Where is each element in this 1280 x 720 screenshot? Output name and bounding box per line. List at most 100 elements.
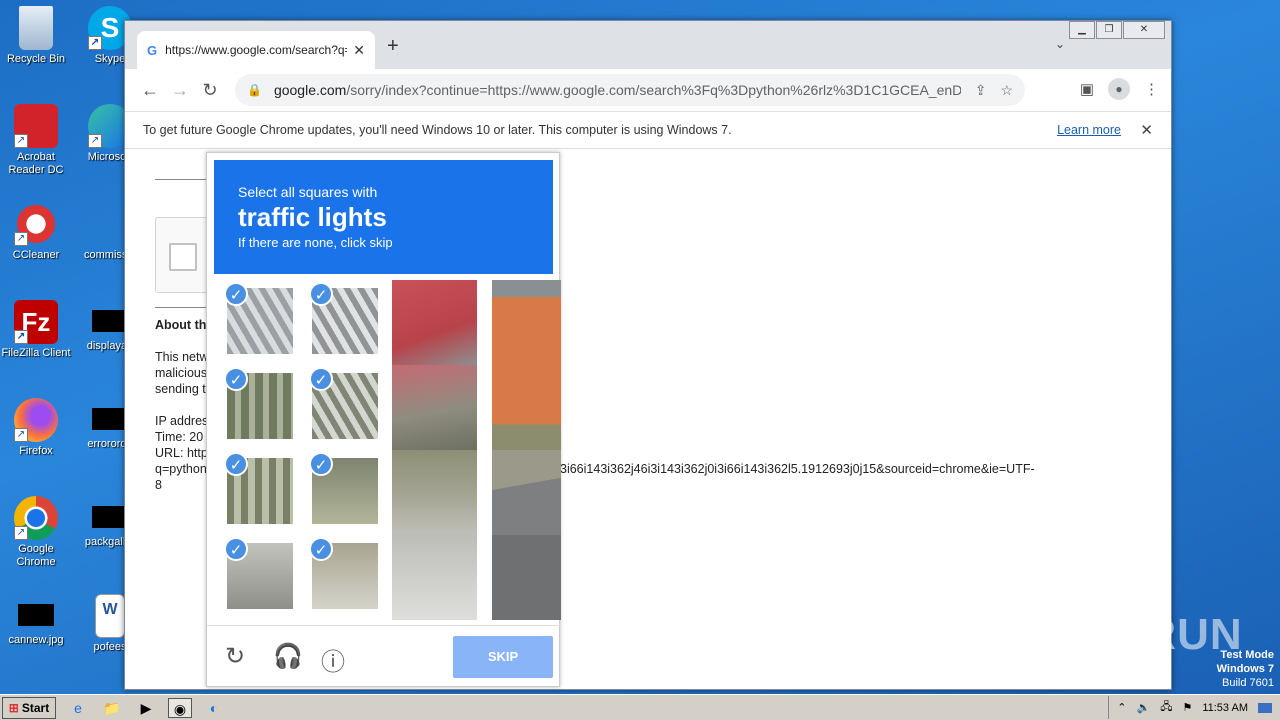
desktop-icon-acrobat[interactable]: ↗ Acrobat Reader DC (0, 104, 74, 177)
desktop-icon-firefox[interactable]: ↗ Firefox (0, 398, 74, 458)
desktop-icon-google-chrome[interactable]: ↗ Google Chrome (0, 496, 74, 569)
body-line: sending t (155, 382, 206, 396)
grid-tile[interactable] (392, 365, 477, 450)
taskbar: ⊞ Start e 📁 ▶ ◉ ◐ ⌃ 🔈 🖧 ⚑ 11:53 AM (0, 694, 1280, 720)
grid-tile[interactable] (392, 450, 477, 535)
tile-image (492, 450, 561, 535)
profile-avatar-icon[interactable]: ● (1108, 78, 1130, 100)
clock[interactable]: 11:53 AM (1202, 702, 1248, 714)
url-line: URL: http (155, 446, 208, 460)
desktop-icon-ccleaner[interactable]: ↗ CCleaner (0, 202, 74, 262)
tray-expand-icon[interactable]: ⌃ (1117, 701, 1126, 714)
grid-tile[interactable] (492, 535, 561, 620)
bookmark-star-icon[interactable]: ☆ (1000, 82, 1013, 99)
edge-taskbar-icon[interactable]: ◐ (202, 698, 226, 718)
network-icon[interactable]: 🖧 (1160, 698, 1172, 717)
browser-tab[interactable]: G https://www.google.com/search?q= ✕ (137, 31, 375, 69)
restore-button[interactable]: ❐ (1096, 21, 1122, 39)
side-panel-icon[interactable]: ▣ (1080, 80, 1094, 98)
time-line: Time: 20 (155, 430, 204, 444)
body-line: malicious (155, 366, 208, 380)
share-icon[interactable]: ⇪ (975, 82, 987, 99)
image-thumbnail-icon (18, 604, 54, 626)
system-tray: ⌃ 🔈 🖧 ⚑ 11:53 AM (1108, 696, 1280, 719)
browser-toolbar: ← → ↻ 🔒 google.com/sorry/index?continue=… (125, 69, 1171, 111)
file-explorer-icon[interactable]: 📁 (100, 698, 124, 718)
grid-tile[interactable]: ✓ (207, 365, 293, 450)
tab-title: https://www.google.com/search?q= (165, 43, 348, 57)
new-tab-button[interactable]: + (387, 35, 399, 58)
grid-tile[interactable]: ✓ (292, 535, 378, 620)
media-player-icon[interactable]: ▶ (134, 698, 158, 718)
show-desktop-icon[interactable] (1258, 702, 1272, 713)
more-menu-icon[interactable]: ⋮ (1144, 80, 1159, 98)
audio-challenge-icon[interactable]: 🎧 (273, 642, 303, 671)
grid-tile[interactable]: ✓ (292, 365, 378, 450)
grid-tile[interactable]: ✓ (207, 280, 293, 365)
query-line-end: 8 (155, 478, 162, 492)
acrobat-icon: ↗ (14, 104, 58, 148)
forward-arrow-icon[interactable]: → (165, 80, 195, 101)
reload-icon[interactable]: ↻ (195, 80, 225, 101)
grid-tile[interactable]: ✓ (207, 450, 293, 535)
grid-tile[interactable] (492, 365, 561, 450)
learn-more-link[interactable]: Learn more (1057, 123, 1121, 137)
tile-image (492, 280, 561, 365)
grid-tile[interactable] (392, 280, 477, 365)
volume-icon[interactable]: 🔈 (1136, 701, 1150, 714)
grid-tile[interactable]: ✓ (207, 535, 293, 620)
tile-image (392, 535, 477, 620)
grid-tile[interactable]: ✓ (292, 280, 378, 365)
grid-tile[interactable] (492, 280, 561, 365)
back-arrow-icon[interactable]: ← (135, 80, 165, 101)
minimize-button[interactable]: ▁ (1069, 21, 1095, 39)
file-thumbnail-icon (92, 310, 128, 332)
info-icon[interactable]: ⓘ (321, 642, 345, 677)
filezilla-icon: Fz ↗ (14, 300, 58, 344)
grid-tile[interactable] (492, 450, 561, 535)
check-icon: ✓ (309, 367, 333, 391)
grid-tile[interactable]: ✓ (292, 450, 378, 535)
tile-image (492, 535, 561, 620)
address-bar[interactable]: 🔒 google.com/sorry/index?continue=https:… (235, 74, 1025, 106)
tab-close-icon[interactable]: ✕ (353, 42, 365, 59)
windows-logo-icon: ⊞ (8, 700, 19, 715)
start-button[interactable]: ⊞ Start (2, 696, 56, 719)
url-text: google.com/sorry/index?continue=https://… (273, 82, 961, 98)
title-bar: G https://www.google.com/search?q= ✕ + ⌄… (125, 21, 1171, 69)
skip-button[interactable]: SKIP (453, 636, 553, 678)
lock-icon[interactable]: 🔒 (247, 83, 262, 97)
recycle-bin-icon (19, 6, 53, 50)
tile-image (392, 450, 477, 535)
grid-tile[interactable] (392, 535, 477, 620)
desktop-icon-cannew[interactable]: cannew.jpg (0, 594, 74, 647)
word-document-icon: W (95, 594, 125, 638)
challenge-instruction: Select all squares with (238, 184, 378, 200)
internet-explorer-icon[interactable]: e (66, 698, 90, 718)
tab-search-chevron-icon[interactable]: ⌄ (1055, 37, 1065, 51)
reload-challenge-icon[interactable]: ↻ (225, 642, 245, 671)
desktop-icon-recycle-bin[interactable]: Recycle Bin (0, 6, 74, 66)
infobar-message: To get future Google Chrome updates, you… (143, 123, 732, 137)
test-mode-label: Test Mode Windows 7 Build 7601 (1216, 649, 1274, 689)
window-close-button[interactable]: ✕ (1123, 21, 1165, 39)
check-icon: ✓ (309, 452, 333, 476)
anyrun-watermark: ANY RUN (1036, 610, 1243, 659)
challenge-footer: ↻ 🎧 ⓘ SKIP (207, 625, 561, 687)
google-favicon-icon: G (147, 42, 158, 58)
chrome-taskbar-icon[interactable]: ◉ (168, 697, 192, 718)
chrome-icon: ↗ (14, 496, 58, 540)
challenge-target: traffic lights (238, 202, 387, 232)
ip-address-line: IP addres (155, 414, 209, 428)
query-line: q=python (155, 462, 207, 476)
file-thumbnail-icon (92, 506, 128, 528)
tile-image (492, 365, 561, 450)
tile-image (392, 280, 477, 365)
file-thumbnail-icon (92, 408, 128, 430)
action-center-flag-icon[interactable]: ⚑ (1182, 701, 1192, 714)
desktop-icon-filezilla[interactable]: Fz ↗ FileZilla Client (0, 300, 74, 360)
recaptcha-checkbox[interactable] (169, 243, 197, 271)
check-icon: ✓ (309, 537, 333, 561)
body-line: This netw (155, 350, 209, 364)
infobar-close-icon[interactable]: ✕ (1140, 121, 1153, 139)
